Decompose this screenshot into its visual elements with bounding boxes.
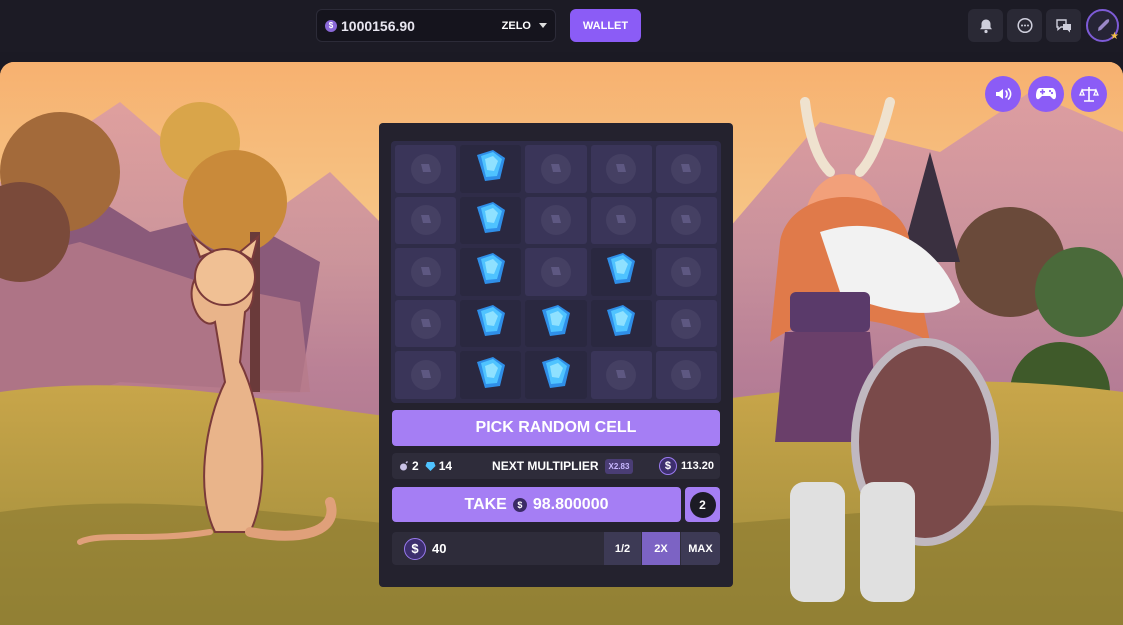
grid-cell-gem[interactable] — [460, 196, 522, 245]
chevron-down-icon — [539, 23, 547, 28]
gamepad-icon — [1036, 88, 1056, 100]
pick-random-cell-button[interactable]: PICK RANDOM CELL — [392, 410, 720, 446]
grid-cell-hidden[interactable] — [590, 145, 652, 193]
grid-cell-hidden[interactable] — [655, 145, 717, 193]
double-bet-button[interactable]: 2X — [642, 532, 680, 565]
avatar[interactable]: ★ — [1086, 9, 1119, 42]
grid-cell-gem[interactable] — [460, 299, 522, 348]
hidden-cell-icon — [606, 360, 637, 391]
grid-cell-gem[interactable] — [525, 351, 587, 399]
coin-icon: $ — [658, 457, 677, 475]
hidden-cell-icon — [671, 205, 702, 236]
hidden-cell-icon — [540, 205, 571, 236]
notifications-button[interactable] — [968, 9, 1003, 42]
hidden-cell-icon — [671, 308, 702, 339]
mine-icon — [400, 460, 408, 470]
grid-cell-gem[interactable] — [460, 145, 522, 193]
chat-bubble-icon — [1016, 17, 1033, 33]
max-bet-button[interactable]: MAX — [681, 532, 720, 565]
gem-icon — [473, 356, 509, 395]
grid-cell-gem[interactable] — [525, 299, 587, 348]
mines-count: 2 — [398, 459, 419, 473]
coin-icon: $ — [404, 537, 426, 560]
grid-cell-hidden[interactable] — [395, 351, 457, 399]
game-scene: PICK RANDOM CELL 2 14 NEXT MULTIPLIER X2… — [0, 62, 1123, 625]
hidden-cell-icon — [606, 153, 637, 184]
messages-icon — [1055, 18, 1071, 32]
game-settings-button[interactable] — [1028, 76, 1064, 112]
top-bar: $ 1000156.90 ZELO WALLET ★ — [0, 0, 1123, 52]
mines-game-panel: PICK RANDOM CELL 2 14 NEXT MULTIPLIER X2… — [379, 123, 733, 587]
gem-icon — [603, 252, 639, 291]
hidden-cell-icon — [671, 256, 702, 287]
gems-count: 14 — [425, 459, 452, 473]
take-label: TAKE — [464, 495, 507, 513]
grid-cell-hidden[interactable] — [395, 196, 457, 245]
gem-icon — [425, 461, 436, 471]
hidden-cell-icon — [410, 360, 441, 391]
half-bet-button[interactable]: 1/2 — [604, 532, 641, 565]
grid-cell-hidden[interactable] — [655, 248, 717, 296]
grid-cell-hidden[interactable] — [590, 196, 652, 245]
grid-cell-hidden[interactable] — [525, 196, 587, 245]
balance-scale-icon — [1079, 87, 1099, 102]
grid-cell-hidden[interactable] — [655, 299, 717, 348]
grid-cell-hidden[interactable] — [525, 248, 587, 296]
gem-icon — [538, 356, 574, 395]
hidden-cell-icon — [410, 153, 441, 184]
next-profit: $ 113.20 — [658, 453, 714, 479]
wallet-button[interactable]: WALLET — [570, 9, 641, 42]
grid-cell-hidden[interactable] — [395, 145, 457, 193]
bet-amount-row: $ 1/2 2X MAX — [392, 532, 720, 565]
currency-label: ZELO — [501, 19, 531, 32]
gem-icon — [473, 252, 509, 291]
gem-icon — [473, 304, 509, 343]
grid-cell-hidden[interactable] — [590, 351, 652, 399]
mines-grid — [391, 141, 721, 403]
balance-value: 1000156.90 — [341, 17, 415, 34]
star-icon: ★ — [1110, 31, 1119, 42]
grid-cell-gem[interactable] — [460, 351, 522, 399]
next-multiplier-label: NEXT MULTIPLIER — [492, 459, 599, 473]
coin-icon: $ — [325, 19, 337, 32]
gem-icon — [473, 149, 509, 188]
hidden-cell-icon — [671, 153, 702, 184]
hidden-cell-icon — [606, 205, 637, 236]
sound-icon — [996, 88, 1012, 100]
bell-icon — [979, 19, 992, 33]
gem-icon — [603, 304, 639, 343]
grid-cell-hidden[interactable] — [395, 248, 457, 296]
hidden-cell-icon — [410, 308, 441, 339]
hidden-cell-icon — [410, 205, 441, 236]
hidden-cell-icon — [540, 256, 571, 287]
grid-cell-gem[interactable] — [590, 299, 652, 348]
hidden-cell-icon — [410, 256, 441, 287]
grid-cell-hidden[interactable] — [655, 351, 717, 399]
balance-selector[interactable]: $ 1000156.90 ZELO — [316, 9, 556, 42]
grid-cell-hidden[interactable] — [655, 196, 717, 245]
coin-icon: $ — [512, 497, 527, 512]
rocket-icon — [1097, 18, 1109, 31]
currency-dropdown[interactable]: ZELO — [502, 10, 547, 41]
sound-button[interactable] — [985, 76, 1021, 112]
gem-icon — [473, 201, 509, 240]
grid-cell-gem[interactable] — [460, 248, 522, 296]
next-multiplier-badge: X2.83 — [604, 458, 634, 474]
hidden-cell-icon — [671, 360, 702, 391]
grid-cell-gem[interactable] — [590, 248, 652, 296]
messages-button[interactable] — [1046, 9, 1081, 42]
chat-button[interactable] — [1007, 9, 1042, 42]
take-amount: 98.800000 — [532, 495, 609, 513]
grid-cell-hidden[interactable] — [525, 145, 587, 193]
fairness-button[interactable] — [1071, 76, 1107, 112]
picked-count-badge: 2 — [685, 487, 720, 522]
bet-amount-input[interactable] — [432, 541, 552, 556]
take-button[interactable]: TAKE $ 98.800000 — [392, 487, 681, 522]
hidden-cell-icon — [540, 153, 571, 184]
gem-icon — [538, 304, 574, 343]
game-info-row: 2 14 NEXT MULTIPLIER X2.83 $ 113.20 — [392, 453, 720, 479]
grid-cell-hidden[interactable] — [395, 299, 457, 348]
